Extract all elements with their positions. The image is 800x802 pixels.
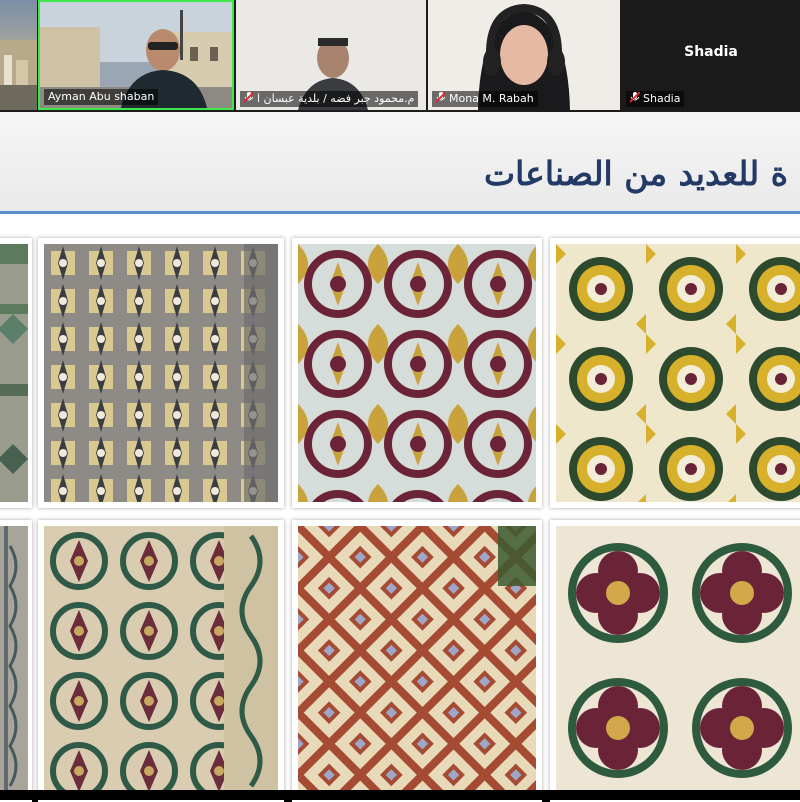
muted-mic-icon [630,92,640,103]
tile-photo-8-image [556,526,800,796]
participant-name-row: Mona M. Rabah [432,91,538,107]
muted-mic-icon [244,92,254,103]
tile-photo-7-image [298,526,536,796]
participant-tile-edge[interactable] [0,0,37,110]
participant-name-row: Shadia [626,91,685,107]
participant-name: م.محمود جبر فضه / بلدية عبسان ا [257,92,415,105]
tile-photo-6-image [44,526,278,796]
muted-mic-icon [436,92,446,103]
tile-photo-2 [38,238,284,508]
slide-header: ة للعديد من الصناعات [0,112,800,214]
participant-name: Ayman Abu shaban [44,89,159,105]
participant-tile-mahmoud[interactable]: م.محمود جبر فضه / بلدية عبسان ا [236,0,426,110]
tile-photo-3 [292,238,542,508]
participant-strip: Ayman Abu shaban م.محمود جبر فضه / بلدية… [0,0,800,112]
tile-photo-1-image [0,244,28,502]
tile-photo-6 [38,520,284,802]
participant-center-name: Shadia [684,44,738,60]
slide-divider [0,211,800,214]
tile-photo-3-image [298,244,536,502]
tile-photo-5-image [0,526,28,796]
slide-title: ة للعديد من الصناعات [484,154,788,193]
participant-name-row: م.محمود جبر فضه / بلدية عبسان ا [240,91,419,107]
participant-name: Mona M. Rabah [449,92,534,105]
bottom-bar [0,790,800,800]
city-view-image [0,40,37,110]
tile-photo-7 [292,520,542,802]
participant-tile-shadia[interactable]: Shadia Shadia [622,0,800,110]
tile-photo-4 [550,238,800,508]
tile-photo-4-image [556,244,800,502]
participant-name: Shadia [643,92,681,105]
tile-photo-5 [0,520,32,802]
shared-slide: ة للعديد من الصناعات [0,112,800,802]
tile-photo-8 [550,520,800,802]
tile-photo-2-image [44,244,278,502]
tile-photo-1 [0,238,32,508]
participant-tile-mona[interactable]: Mona M. Rabah [428,0,620,110]
participant-tile-ayman[interactable]: Ayman Abu shaban [38,0,234,110]
